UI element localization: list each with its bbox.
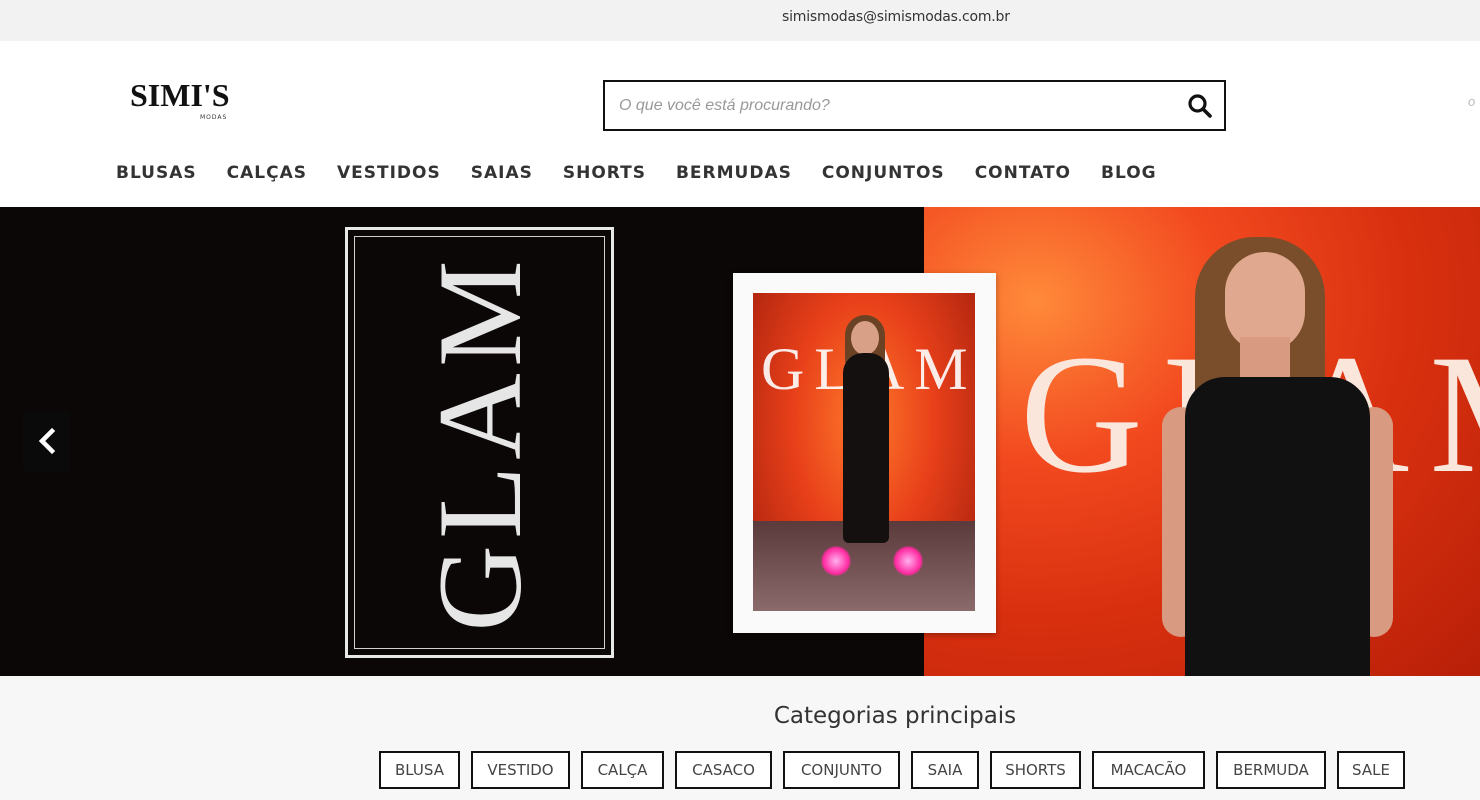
- category-button-shorts[interactable]: SHORTS: [990, 751, 1081, 789]
- nav-item-bermudas[interactable]: BERMUDAS: [676, 163, 792, 183]
- woman-black-dress: [1185, 377, 1370, 676]
- nav-item-shorts[interactable]: SHORTS: [563, 163, 646, 183]
- main-nav: BLUSAS CALÇAS VESTIDOS SAIAS SHORTS BERM…: [116, 163, 1187, 183]
- chevron-left-icon: [38, 427, 55, 455]
- nav-item-blog[interactable]: BLOG: [1101, 163, 1157, 183]
- model-head: [851, 321, 879, 355]
- search-box: [603, 80, 1226, 131]
- logo-wordmark: SIMI'S: [130, 77, 230, 113]
- nav-item-conjuntos[interactable]: CONJUNTOS: [822, 163, 945, 183]
- category-button-casaco[interactable]: CASACO: [675, 751, 772, 789]
- search-button[interactable]: [1186, 92, 1214, 120]
- category-button-sale[interactable]: SALE: [1337, 751, 1405, 789]
- nav-item-blusas[interactable]: BLUSAS: [116, 163, 197, 183]
- categories-title: Categorias principais: [773, 703, 1017, 729]
- glam-vertical-text: GLAM: [412, 253, 546, 632]
- logo-subtitle: MODAS: [200, 114, 228, 121]
- category-button-vestido[interactable]: VESTIDO: [471, 751, 570, 789]
- categories-list: BLUSA VESTIDO CALÇA CASACO CONJUNTO SAIA…: [379, 751, 1405, 789]
- category-button-bermuda[interactable]: BERMUDA: [1216, 751, 1326, 789]
- main-categories-section: Categorias principais BLUSA VESTIDO CALÇ…: [0, 676, 1480, 800]
- search-icon: [1188, 94, 1212, 118]
- stage-light-left: [821, 546, 851, 576]
- site-header: SIMI'S MODAS o BLUSAS CALÇAS VESTIDOS SA…: [0, 41, 1480, 207]
- category-button-blusa[interactable]: BLUSA: [379, 751, 460, 789]
- model-dress: [843, 353, 889, 543]
- polaroid-image: GLAM: [753, 293, 975, 611]
- category-button-macacao[interactable]: MACACÃO: [1092, 751, 1205, 789]
- category-button-conjunto[interactable]: CONJUNTO: [783, 751, 900, 789]
- site-logo[interactable]: SIMI'S MODAS: [130, 79, 240, 129]
- category-button-saia[interactable]: SAIA: [911, 751, 979, 789]
- glam-frame: GLAM: [345, 227, 614, 658]
- stage-light-right: [893, 546, 923, 576]
- top-bar: simismodas@simismodas.com.br: [0, 0, 1480, 41]
- nav-item-saias[interactable]: SAIAS: [471, 163, 533, 183]
- contact-email-link[interactable]: simismodas@simismodas.com.br: [782, 9, 1010, 25]
- hero-prev-button[interactable]: [23, 411, 70, 471]
- polaroid-photo: GLAM: [733, 273, 996, 633]
- search-input[interactable]: [619, 82, 1159, 129]
- truncated-header-text: o: [1468, 94, 1476, 109]
- nav-item-vestidos[interactable]: VESTIDOS: [337, 163, 441, 183]
- category-button-calca[interactable]: CALÇA: [581, 751, 664, 789]
- hero-banner[interactable]: GLAM GLAM GLAM: [0, 207, 1480, 676]
- nav-item-calcas[interactable]: CALÇAS: [227, 163, 307, 183]
- nav-item-contato[interactable]: CONTATO: [975, 163, 1071, 183]
